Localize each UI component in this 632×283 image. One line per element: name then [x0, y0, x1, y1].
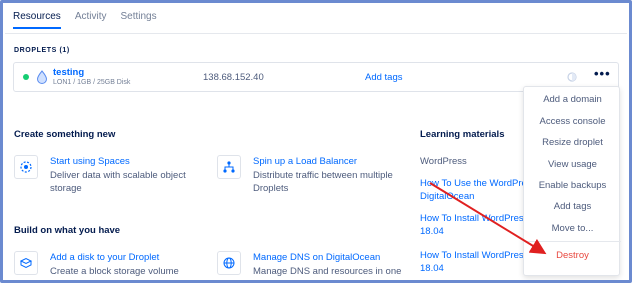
spaces-desc-line2: storage [50, 183, 82, 194]
learning-link-3-line2[interactable]: 18.04 [420, 262, 444, 275]
tab-bar: Resources Activity Settings [13, 11, 171, 29]
learning-link-1-line2[interactable]: DigitalOcean [420, 190, 474, 203]
learning-link-1-line1[interactable]: How To Use the WordPres [420, 177, 532, 190]
tab-divider [5, 33, 627, 34]
tab-activity[interactable]: Activity [75, 11, 107, 29]
droplets-section-label: DROPLETS (1) [14, 47, 70, 54]
manage-dns-desc: Manage DNS and resources in one [253, 266, 402, 277]
menu-divider [524, 241, 621, 242]
droplet-name-link[interactable]: testing [53, 67, 84, 78]
learning-link-3-line1[interactable]: How To Install WordPress [420, 249, 528, 262]
spaces-desc-line1: Deliver data with scalable object [50, 170, 186, 181]
screenshot-frame: Resources Activity Settings DROPLETS (1)… [0, 0, 632, 283]
menu-item-add-domain[interactable]: Add a domain [524, 94, 621, 105]
tab-resources[interactable]: Resources [13, 11, 61, 29]
droplet-ip: 138.68.152.40 [203, 72, 264, 83]
dns-icon [217, 251, 241, 275]
menu-item-resize-droplet[interactable]: Resize droplet [524, 137, 621, 148]
menu-item-access-console[interactable]: Access console [524, 116, 621, 127]
learning-link-2-line1[interactable]: How To Install WordPress [420, 212, 528, 225]
menu-item-enable-backups[interactable]: Enable backups [524, 180, 621, 191]
menu-item-move-to[interactable]: Move to... [524, 223, 621, 234]
load-balancer-desc-line1: Distribute traffic between multiple [253, 170, 393, 181]
start-spaces-link[interactable]: Start using Spaces [50, 156, 130, 167]
create-heading: Create something new [14, 129, 116, 140]
menu-item-destroy[interactable]: Destroy [524, 250, 621, 261]
learning-heading: Learning materials [420, 129, 505, 140]
add-tags-link[interactable]: Add tags [365, 72, 403, 83]
usage-graph-icon[interactable] [567, 72, 577, 82]
load-balancer-desc-line2: Droplets [253, 183, 289, 194]
add-disk-link[interactable]: Add a disk to your Droplet [50, 252, 159, 263]
menu-item-view-usage[interactable]: View usage [524, 159, 621, 170]
tab-settings[interactable]: Settings [120, 11, 156, 29]
spaces-icon [14, 155, 38, 179]
manage-dns-link[interactable]: Manage DNS on DigitalOcean [253, 252, 380, 263]
load-balancer-link[interactable]: Spin up a Load Balancer [253, 156, 357, 167]
volume-icon [14, 251, 38, 275]
menu-item-add-tags[interactable]: Add tags [524, 201, 621, 212]
learning-category: WordPress [420, 156, 467, 167]
droplet-spec: LON1 / 1GB / 25GB Disk [53, 79, 131, 86]
more-options-icon[interactable]: ••• [594, 66, 611, 81]
droplet-context-menu: Add a domain Access console Resize dropl… [523, 86, 621, 276]
learning-link-2-line2[interactable]: 18.04 [420, 225, 444, 238]
status-active-icon [23, 74, 29, 80]
build-heading: Build on what you have [14, 225, 121, 236]
add-disk-desc: Create a block storage volume [50, 266, 179, 277]
load-balancer-icon [217, 155, 241, 179]
droplet-icon [36, 70, 48, 84]
